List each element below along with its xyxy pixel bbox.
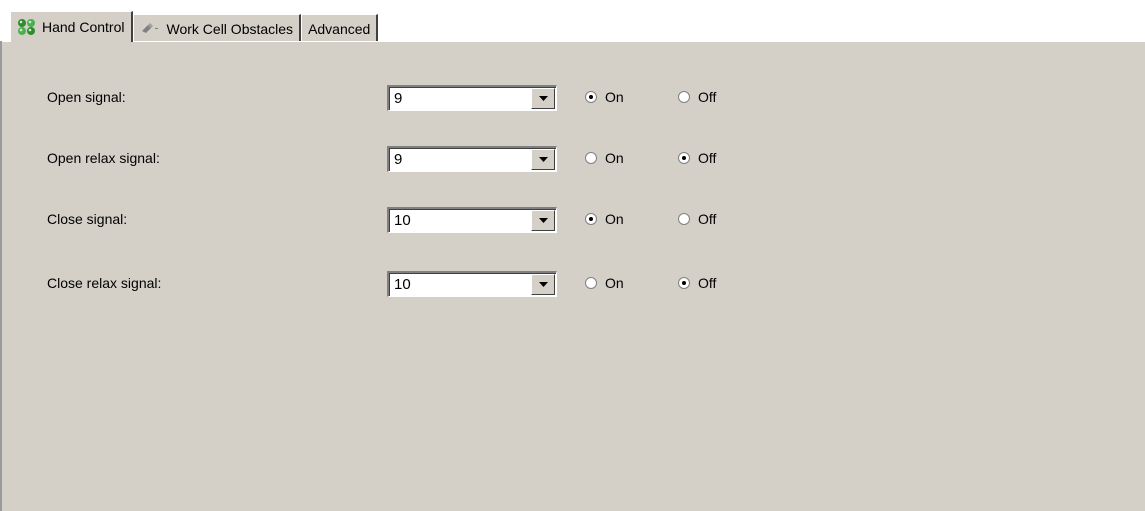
close-signal-label: Close signal: <box>47 211 128 227</box>
open-relax-signal-off-radio[interactable]: Off <box>678 150 716 166</box>
radio-selected-icon <box>585 213 597 225</box>
close-relax-signal-value: 10 <box>394 276 411 293</box>
tab-label-advanced: Advanced <box>308 20 371 37</box>
signal-row-open: Open signal: 9 On Off <box>2 85 1145 111</box>
on-label: On <box>605 89 624 105</box>
tab-advanced[interactable]: Advanced <box>301 14 379 42</box>
chevron-down-icon <box>538 96 548 101</box>
dropdown-button[interactable] <box>531 149 555 170</box>
close-signal-off-radio[interactable]: Off <box>678 211 716 227</box>
off-label: Off <box>698 150 717 166</box>
on-label: On <box>605 211 624 227</box>
tab-label-hand-control: Hand Control <box>42 19 125 35</box>
off-label: Off <box>698 275 717 291</box>
close-relax-signal-off-radio[interactable]: Off <box>678 275 716 291</box>
open-relax-signal-label: Open relax signal: <box>47 150 160 166</box>
dropdown-button[interactable] <box>531 274 555 295</box>
radio-unselected-icon <box>585 277 597 289</box>
radio-selected-icon <box>678 152 690 164</box>
open-signal-off-radio[interactable]: Off <box>678 89 716 105</box>
dropdown-button[interactable] <box>531 210 555 231</box>
on-label: On <box>605 275 624 291</box>
chevron-down-icon <box>538 218 548 223</box>
off-label: Off <box>698 211 717 227</box>
close-relax-signal-select[interactable]: 10 <box>387 271 557 297</box>
hand-control-panel: Open signal: 9 On Off Open relax signal:… <box>0 41 1145 511</box>
obstacles-icon <box>140 22 162 36</box>
signal-row-open-relax: Open relax signal: 9 On Off <box>2 146 1145 172</box>
radio-selected-icon <box>678 277 690 289</box>
dropdown-button[interactable] <box>531 88 555 109</box>
close-relax-signal-on-radio[interactable]: On <box>585 275 624 291</box>
close-signal-value: 10 <box>394 212 411 229</box>
signal-row-close: Close signal: 10 On Off <box>2 207 1145 233</box>
tab-label-work-cell-obstacles: Work Cell Obstacles <box>166 20 294 37</box>
radio-unselected-icon <box>678 213 690 225</box>
open-signal-value: 9 <box>394 90 403 107</box>
chevron-down-icon <box>538 282 548 287</box>
radio-unselected-icon <box>678 91 690 103</box>
on-label: On <box>605 150 624 166</box>
radio-unselected-icon <box>585 152 597 164</box>
open-relax-signal-on-radio[interactable]: On <box>585 150 624 166</box>
tab-work-cell-obstacles[interactable]: Work Cell Obstacles <box>132 14 302 42</box>
panel-divider <box>2 41 1145 42</box>
tab-strip: Hand Control Work Cell Obstacles Advance… <box>10 11 379 42</box>
tab-hand-control[interactable]: Hand Control <box>10 11 133 42</box>
close-relax-signal-label: Close relax signal: <box>47 275 162 291</box>
open-signal-label: Open signal: <box>47 89 126 105</box>
signal-row-close-relax: Close relax signal: 10 On Off <box>2 271 1145 297</box>
chevron-down-icon <box>538 157 548 162</box>
close-signal-on-radio[interactable]: On <box>585 211 624 227</box>
open-relax-signal-select[interactable]: 9 <box>387 146 557 172</box>
hand-control-icon <box>17 18 37 36</box>
close-signal-select[interactable]: 10 <box>387 207 557 233</box>
off-label: Off <box>698 89 717 105</box>
open-signal-select[interactable]: 9 <box>387 85 557 111</box>
open-signal-on-radio[interactable]: On <box>585 89 624 105</box>
open-relax-signal-value: 9 <box>394 151 403 168</box>
radio-selected-icon <box>585 91 597 103</box>
